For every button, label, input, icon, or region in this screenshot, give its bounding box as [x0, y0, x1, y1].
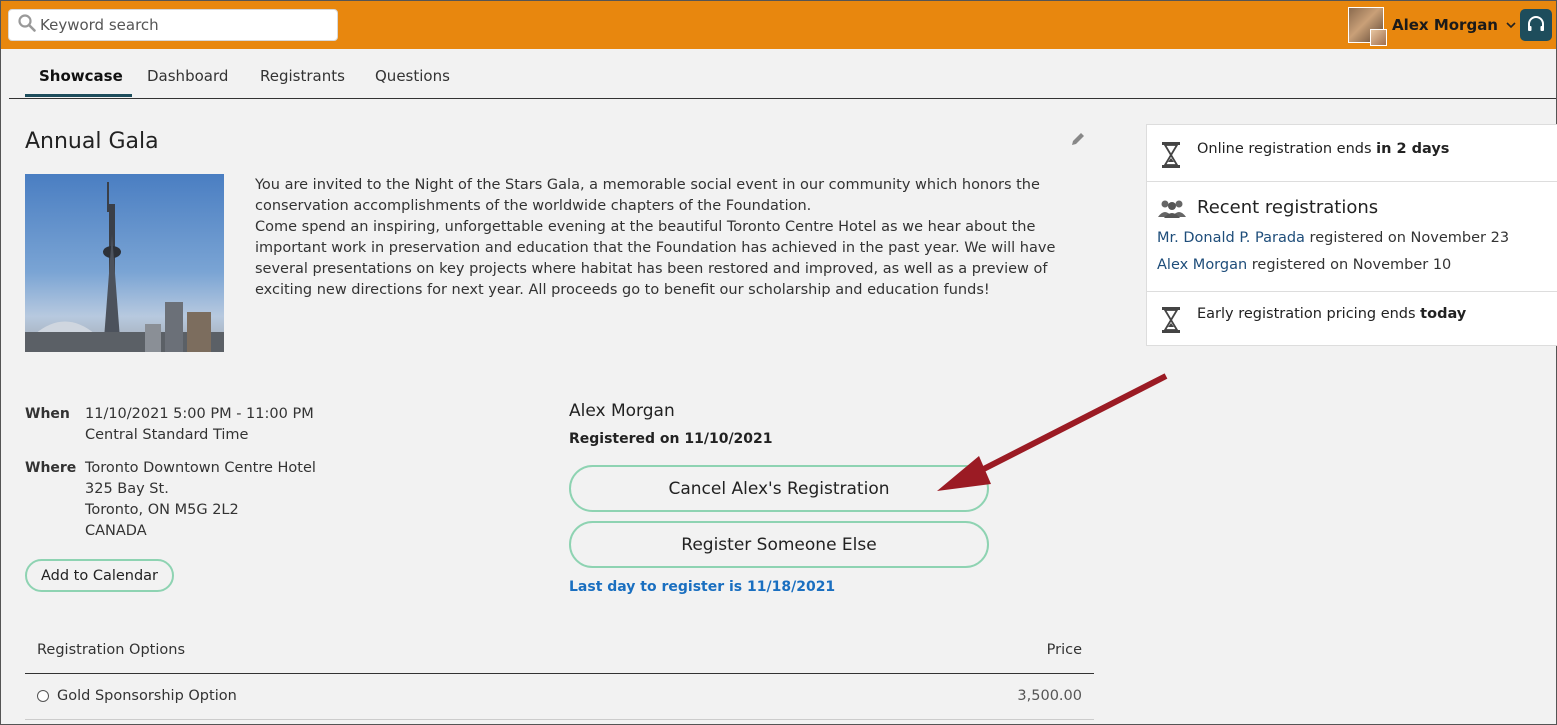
people-icon — [1158, 200, 1186, 218]
list-item: Mr. Donald P. Parada registered on Novem… — [1157, 230, 1510, 246]
where-venue: Toronto Downtown Centre Hotel — [85, 460, 316, 476]
online-registration-text: Online registration ends in 2 days — [1197, 141, 1450, 157]
tab-registrants[interactable]: Registrants — [260, 67, 345, 85]
recent-registrations-section: Recent registrations Mr. Donald P. Parad… — [1147, 182, 1557, 292]
hourglass-icon — [1162, 307, 1180, 333]
recent-registrations-heading: Recent registrations — [1197, 197, 1379, 218]
option-price: 3,500.00 — [1017, 688, 1082, 704]
headset-icon — [1528, 16, 1544, 31]
event-title: Annual Gala — [25, 129, 159, 154]
arrow-annotation-icon — [937, 373, 1168, 491]
search-input[interactable] — [40, 16, 330, 34]
registrant-link[interactable]: Alex Morgan — [1157, 257, 1247, 273]
registrant-link[interactable]: Mr. Donald P. Parada — [1157, 230, 1305, 246]
chevron-down-icon — [1506, 22, 1516, 29]
event-description: You are invited to the Night of the Star… — [255, 175, 1085, 301]
when-timezone: Central Standard Time — [85, 427, 249, 443]
tab-showcase[interactable]: Showcase — [39, 67, 123, 85]
early-pricing-text: Early registration pricing ends today — [1197, 306, 1467, 322]
where-label: Where — [25, 460, 77, 476]
pencil-edit-icon[interactable] — [1069, 130, 1087, 148]
column-header-price: Price — [1046, 642, 1082, 658]
event-image — [25, 174, 224, 352]
option-label: Gold Sponsorship Option — [57, 688, 237, 704]
user-name: Alex Morgan — [1392, 16, 1498, 34]
last-day-notice: Last day to register is 11/18/2021 — [569, 579, 836, 595]
user-menu[interactable]: Alex Morgan — [1348, 7, 1516, 46]
option-radio[interactable] — [37, 690, 49, 702]
early-pricing-section: Early registration pricing ends today — [1147, 292, 1557, 347]
headset-help-button[interactable] — [1520, 9, 1552, 41]
where-city: Toronto, ON M5G 2L2 — [85, 502, 239, 518]
column-header-option: Registration Options — [37, 642, 185, 658]
description-paragraph: You are invited to the Night of the Star… — [255, 177, 1040, 214]
table-row[interactable]: Gold Sponsorship Option 3,500.00 — [25, 675, 1094, 720]
options-table-header: Registration Options Price — [25, 629, 1094, 674]
when-value: 11/10/2021 5:00 PM - 11:00 PM Central St… — [85, 404, 314, 446]
when-time: 11/10/2021 5:00 PM - 11:00 PM — [85, 406, 314, 422]
list-item: Alex Morgan registered on November 10 — [1157, 257, 1452, 273]
tab-questions[interactable]: Questions — [375, 67, 450, 85]
tab-dashboard[interactable]: Dashboard — [147, 67, 228, 85]
registrant-name: Alex Morgan — [569, 401, 675, 421]
tab-bar: Showcase Dashboard Registrants Questions — [9, 49, 1556, 99]
search-box[interactable] — [8, 9, 338, 41]
add-to-calendar-button[interactable]: Add to Calendar — [25, 559, 174, 592]
registered-on-text: Registered on 11/10/2021 — [569, 431, 773, 447]
when-label: When — [25, 406, 70, 422]
online-registration-section: Online registration ends in 2 days — [1147, 125, 1557, 182]
where-street: 325 Bay St. — [85, 481, 169, 497]
side-panel: Online registration ends in 2 days Recen… — [1146, 124, 1557, 346]
hourglass-icon — [1162, 142, 1180, 168]
description-paragraph: Come spend an inspiring, unforgettable e… — [255, 219, 1056, 298]
avatar — [1348, 7, 1387, 46]
top-bar: Alex Morgan — [1, 1, 1556, 49]
where-value: Toronto Downtown Centre Hotel 325 Bay St… — [85, 458, 316, 542]
where-country: CANADA — [85, 523, 147, 539]
register-someone-else-button[interactable]: Register Someone Else — [569, 521, 989, 568]
search-icon — [17, 13, 37, 37]
active-tab-indicator — [25, 94, 132, 97]
